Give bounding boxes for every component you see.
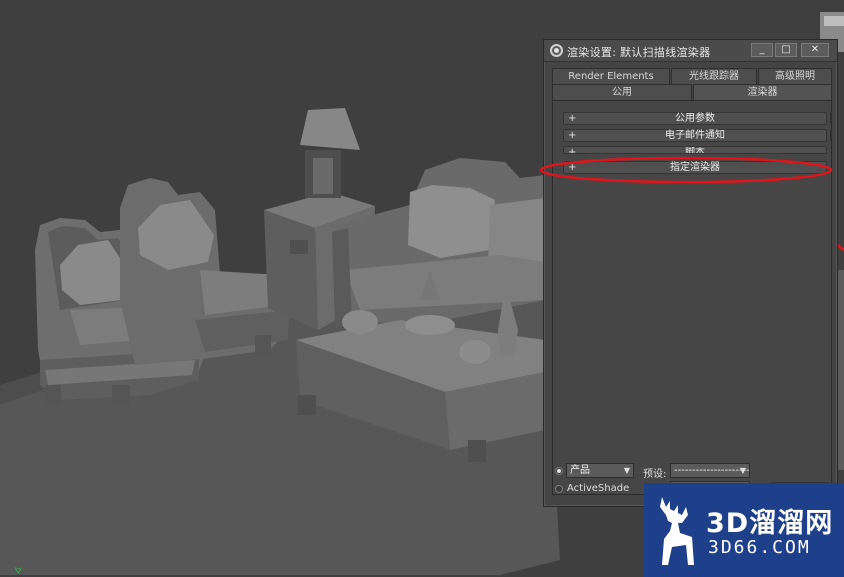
maximize-button[interactable]: □ — [775, 43, 797, 57]
activeshade-label: ActiveShade — [567, 483, 630, 494]
watermark-brand: 3D溜溜网 — [706, 508, 834, 539]
deer-icon — [660, 497, 694, 565]
dialog-title: 渲染设置: 默认扫描线渲染器 — [567, 46, 711, 59]
render-mode-select[interactable]: 产品 ▼ — [566, 463, 634, 478]
rollout-label: 电子邮件通知 — [665, 130, 725, 141]
preset-select[interactable]: ---------------------- ▼ — [670, 463, 750, 478]
app-logo-icon — [550, 44, 563, 57]
rollout-common-parameters[interactable]: + 公用参数 — [563, 112, 827, 125]
radio-activeshade[interactable] — [555, 485, 563, 493]
chevron-down-icon: ▼ — [623, 466, 630, 475]
close-button[interactable]: ✕ — [801, 43, 829, 57]
rollout-label: 脚本 — [685, 147, 705, 154]
watermark-domain: 3D66.COM — [708, 537, 811, 558]
watermark-logo: 3D溜溜网 3D66.COM — [644, 483, 844, 577]
render-mode-value: 产品 — [570, 465, 590, 476]
preset-label: 预设: — [643, 469, 667, 480]
chevron-down-icon: ▼ — [739, 466, 746, 475]
armchair-middle — [120, 178, 290, 365]
tab-renderer[interactable]: 渲染器 — [693, 84, 832, 101]
render-setup-dialog: 渲染设置: 默认扫描线渲染器 _ □ ✕ Render Elements 光线跟… — [543, 39, 838, 508]
svg-text:ᗊ: ᗊ — [14, 567, 23, 577]
sofa — [332, 158, 545, 328]
highlight-ellipse — [539, 156, 833, 184]
tab-raytracer[interactable]: 光线跟踪器 — [671, 68, 757, 85]
tab-render-elements[interactable]: Render Elements — [552, 68, 670, 85]
scrollbar-marker — [830, 113, 832, 123]
rollout-scripts[interactable]: + 脚本 — [563, 146, 827, 154]
radio-production[interactable] — [555, 467, 563, 475]
tab-advanced-lighting[interactable]: 高级照明 — [758, 68, 832, 85]
dialog-title-bar[interactable]: 渲染设置: 默认扫描线渲染器 _ □ ✕ — [544, 40, 837, 62]
rollout-label: 公用参数 — [675, 113, 715, 124]
rollout-email-notifications[interactable]: + 电子邮件通知 — [563, 129, 827, 142]
scrollbar-marker — [830, 130, 832, 140]
preset-value: ---------------------- — [674, 465, 750, 476]
tab-common[interactable]: 公用 — [552, 84, 692, 101]
minimize-button[interactable]: _ — [751, 43, 773, 57]
